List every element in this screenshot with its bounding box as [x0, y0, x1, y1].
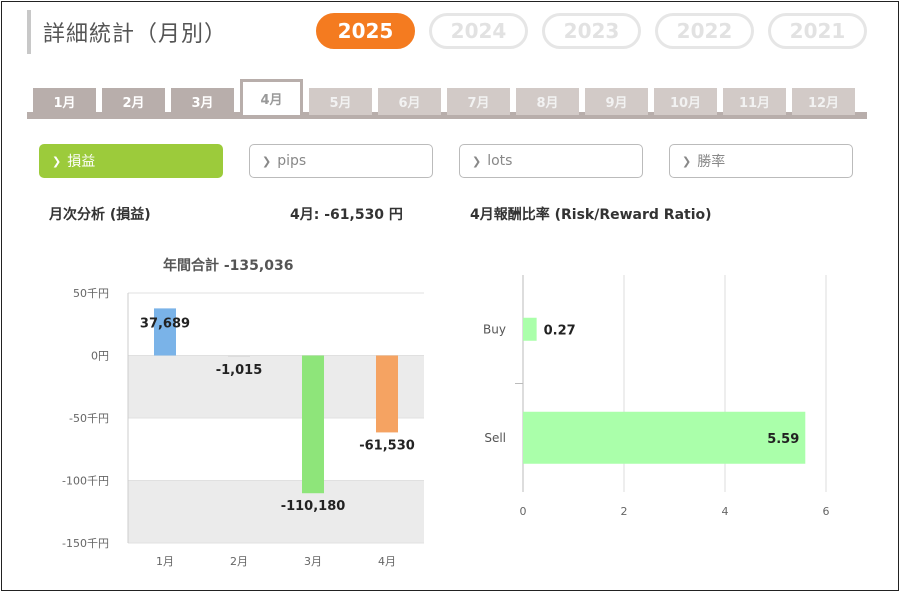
ratio-heading: 4月報酬比率 (Risk/Reward Ratio) [470, 207, 712, 223]
month-tab-2[interactable]: 2月 [102, 88, 165, 115]
data-label: 0.27 [544, 323, 576, 338]
month-tab-label: 7月 [467, 96, 490, 111]
x-tick-label: 4 [722, 505, 729, 518]
year-label: 2025 [337, 19, 394, 43]
monthly-summary: 4月: -61,530 円 [290, 207, 403, 223]
year-label: 2024 [450, 19, 507, 43]
month-tab-10[interactable]: 10月 [654, 88, 717, 115]
month-tab-4[interactable]: 4月 [240, 79, 303, 115]
year-button-2022[interactable]: 2022 [655, 13, 754, 49]
metric-button-lots[interactable]: ❯ lots [459, 144, 643, 178]
chevron-right-icon: ❯ [682, 154, 692, 168]
x-tick-label: 1月 [156, 555, 174, 568]
month-tab-9[interactable]: 9月 [585, 88, 648, 115]
metric-button-profit[interactable]: ❯ 損益 [39, 144, 223, 178]
data-label: 5.59 [767, 432, 799, 447]
x-tick-label: 4月 [378, 555, 396, 568]
chevron-right-icon: ❯ [52, 154, 62, 168]
metric-label: pips [277, 153, 307, 169]
year-button-2023[interactable]: 2023 [542, 13, 641, 49]
y-tick-label: 0円 [91, 350, 109, 363]
year-label: 2023 [563, 19, 620, 43]
month-tab-label: 3月 [191, 96, 214, 111]
page-title-text: 詳細統計（月別） [43, 22, 228, 47]
bar [523, 411, 806, 464]
bar [228, 355, 250, 357]
metric-label: 損益 [67, 154, 96, 170]
bar [376, 355, 398, 433]
month-tab-label: 2月 [122, 96, 145, 111]
bar [523, 317, 537, 341]
month-tab-7[interactable]: 7月 [447, 88, 510, 115]
y-tick-label: -50千円 [69, 412, 109, 425]
bar [302, 355, 324, 494]
month-tab-label: 11月 [738, 96, 771, 111]
chevron-right-icon: ❯ [262, 154, 272, 168]
risk-reward-chart: 0 2 4 6 Buy 0.27 Sell 5.59 [483, 275, 830, 518]
month-tabs: 1月 2月 3月 4月 5月 6月 7月 8月 9月 10月 11月 12月 [27, 79, 867, 119]
month-tab-label: 1月 [53, 96, 76, 111]
y-tick-label: -100千円 [62, 475, 109, 488]
month-tab-label: 9月 [605, 96, 628, 111]
monthly-analysis-heading: 月次分析 (損益) [49, 207, 151, 223]
y-tick-label: -150千円 [62, 537, 109, 550]
y-tick-label: Sell [484, 431, 506, 445]
data-label: -110,180 [281, 499, 346, 514]
metric-label: 勝率 [697, 154, 726, 170]
month-tab-1[interactable]: 1月 [33, 88, 96, 115]
monthly-profit-chart: 50千円 0円 -50千円 -100千円 -150千円 37,689 1月 -1,015 2月 -… [62, 287, 424, 568]
month-tab-label: 12月 [807, 96, 840, 111]
year-button-2021[interactable]: 2021 [768, 13, 867, 49]
year-button-2024[interactable]: 2024 [429, 13, 528, 49]
year-button-2025[interactable]: 2025 [316, 13, 415, 49]
data-label: -1,015 [216, 363, 263, 378]
month-tab-label: 8月 [536, 96, 559, 111]
month-tab-6[interactable]: 6月 [378, 88, 441, 115]
month-tab-5[interactable]: 5月 [309, 88, 372, 115]
chevron-right-icon: ❯ [472, 154, 482, 168]
metric-label: lots [487, 153, 513, 169]
month-tab-3[interactable]: 3月 [171, 88, 234, 115]
year-label: 2022 [676, 19, 733, 43]
data-label: -61,530 [359, 438, 415, 453]
x-tick-label: 2月 [230, 555, 248, 568]
y-tick-label: Buy [483, 322, 506, 336]
month-tab-label: 4月 [260, 93, 283, 108]
month-tab-label: 5月 [329, 96, 352, 111]
x-tick-label: 2 [621, 505, 628, 518]
month-tab-8[interactable]: 8月 [516, 88, 579, 115]
metric-button-winrate[interactable]: ❯ 勝率 [669, 144, 853, 178]
month-tab-label: 6月 [398, 96, 421, 111]
data-label: 37,689 [140, 316, 190, 331]
metric-button-pips[interactable]: ❯ pips [249, 144, 433, 178]
x-tick-label: 3月 [304, 555, 322, 568]
x-tick-label: 6 [823, 505, 830, 518]
chart-band [128, 480, 424, 543]
x-tick-label: 0 [520, 505, 527, 518]
month-tab-label: 10月 [669, 96, 702, 111]
y-tick-label: 50千円 [73, 287, 109, 300]
page-title: 詳細統計（月別） [27, 10, 227, 54]
month-tab-12[interactable]: 12月 [792, 88, 855, 115]
year-label: 2021 [789, 19, 846, 43]
month-tab-11[interactable]: 11月 [723, 88, 786, 115]
